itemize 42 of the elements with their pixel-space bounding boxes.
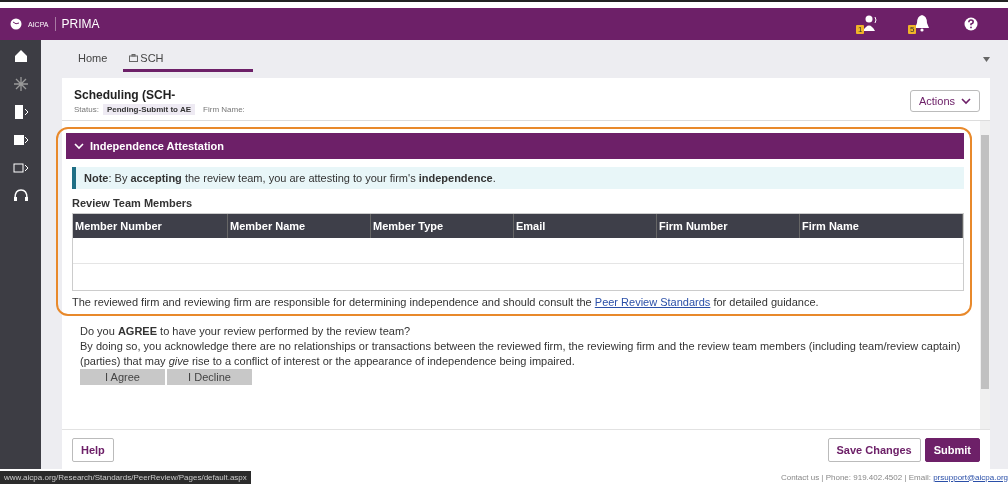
standards-link[interactable]: Peer Review Standards: [594, 296, 711, 308]
choice-button[interactable]: I Agree: [80, 369, 165, 385]
column-header: Member Name: [228, 214, 371, 238]
footer-button[interactable]: Help: [72, 437, 114, 462]
firm-name-label: Firm Name:: [203, 105, 245, 114]
section-header[interactable]: Independence Attestation: [66, 133, 964, 159]
headset-icon[interactable]: [12, 188, 29, 204]
agree-question: Do you AGREE to have your review performed by the review team?: [80, 325, 411, 337]
footer-button[interactable]: Submit: [924, 437, 980, 462]
column-header: Member Number: [73, 214, 228, 238]
column-header: Member Type: [371, 214, 514, 238]
count-badge: 1: [856, 25, 865, 34]
guidance-text: The reviewed firm and reviewing firm are responsible for determining independence and should consult the Peer Review Standards for detailed guidance.: [72, 296, 820, 308]
email-link[interactable]: prsupport@aicpa.org: [933, 472, 1008, 482]
column-header: Firm Name: [800, 214, 963, 238]
app-name: PRIMA: [54, 17, 100, 31]
acknowledgement-text: By doing so, you acknowledge there are no relationships or transactions between the reviewed firm, the reviewing firm and the review team members (including team/review captain) (parties) that may give rise to a conflict of interest or the appearance of independence being impaired.: [80, 340, 961, 367]
card-icon[interactable]: [12, 160, 29, 176]
status-url: www.aicpa.org/Research/Standards/PeerReview/Pages/default.aspx: [0, 470, 251, 484]
choice-button[interactable]: I Decline: [167, 369, 252, 385]
help-icon[interactable]: [964, 17, 978, 31]
chevron-down-icon: [961, 96, 971, 106]
actions-button[interactable]: Actions: [909, 90, 980, 112]
building-icon[interactable]: [12, 104, 29, 120]
tab[interactable]: SCH: [123, 46, 254, 72]
status-label: Status:: [74, 105, 99, 114]
status-badge: Pending-Submit to AE: [102, 104, 196, 115]
record-title: Scheduling (SCH-: [74, 88, 177, 102]
chevron-down-icon: [74, 141, 84, 151]
scrollbar[interactable]: [980, 121, 990, 429]
contact-text: Contact us | Phone: 919.402.4502 | Email: prsupport@aicpa.org: [780, 472, 1008, 482]
column-header: Firm Number: [657, 214, 800, 238]
count-badge: 5: [908, 25, 917, 34]
home-icon[interactable]: [12, 48, 29, 64]
tab[interactable]: Home: [72, 46, 114, 72]
footer-button[interactable]: Save Changes: [827, 437, 921, 462]
column-header: Email: [514, 214, 657, 238]
panel-icon[interactable]: [12, 132, 29, 148]
note-banner: Note: By accepting the review team, you are attesting to your firm's independence.: [72, 167, 964, 189]
briefcase-icon: [129, 53, 139, 62]
dropdown-caret-icon[interactable]: [983, 56, 990, 62]
table-title: Review Team Members: [72, 197, 194, 209]
